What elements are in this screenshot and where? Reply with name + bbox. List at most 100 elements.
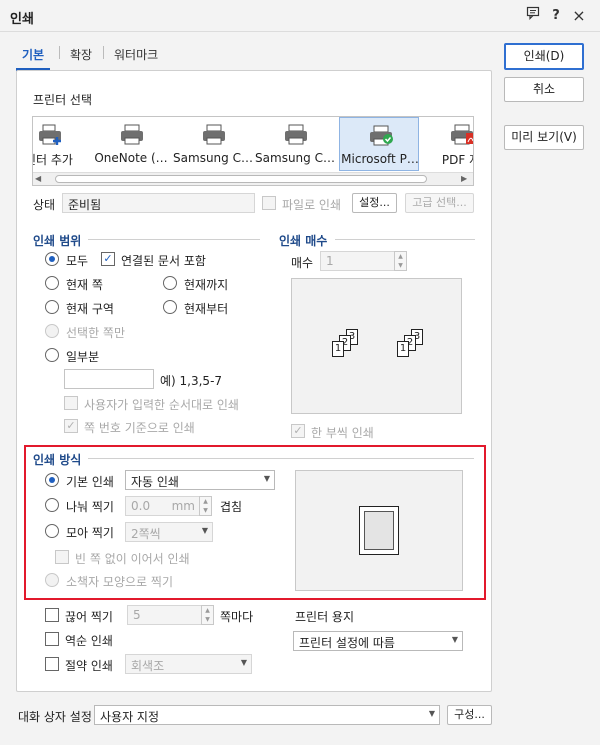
range-partial-radio[interactable]: [45, 348, 59, 362]
method-booklet-label: 소책자 모양으로 찍기: [66, 575, 173, 589]
printer-item-samsung-1[interactable]: Samsung C…: [173, 117, 253, 171]
printer-item-add[interactable]: 린터 추가: [33, 117, 89, 171]
save-print-value: 회색조: [131, 659, 165, 673]
page-number-basis-label: 쪽 번호 기준으로 인쇄: [84, 421, 195, 435]
chevron-down-icon: ▼: [451, 635, 458, 644]
printer-name: OneNote (…: [94, 151, 168, 165]
tab-watermark[interactable]: 워터마크: [114, 46, 158, 63]
paper-select[interactable]: 프린터 설정에 따름 ▼: [293, 631, 463, 651]
printer-item-microsoft-pdf[interactable]: Microsoft P…: [339, 117, 419, 171]
close-icon[interactable]: ×: [569, 6, 589, 26]
split-size-input[interactable]: 0.0 mm: [125, 496, 201, 516]
printer-item-samsung-2[interactable]: Samsung C…: [255, 117, 335, 171]
range-selected-only-label: 선택한 쪽만: [66, 326, 126, 340]
method-split-radio[interactable]: [45, 498, 59, 512]
partial-example-label: 예) 1,3,5-7: [160, 374, 223, 388]
no-blank-label: 빈 쪽 없이 이어서 인쇄: [75, 552, 190, 566]
method-gather-radio[interactable]: [45, 524, 59, 538]
range-selected-only-radio[interactable]: [45, 324, 59, 338]
printer-name: Samsung C…: [173, 151, 253, 165]
reverse-print-label: 역순 인쇄: [65, 634, 113, 648]
cancel-button[interactable]: 취소: [504, 77, 584, 102]
divider: [335, 239, 475, 240]
cut-print-spinner[interactable]: ▲ ▼: [201, 605, 214, 625]
preview-button[interactable]: 미리 보기(V): [504, 125, 584, 150]
save-print-select[interactable]: 회색조 ▼: [125, 654, 252, 674]
print-method-preview: [295, 470, 463, 591]
dialog-settings-label: 대화 상자 설정: [18, 710, 92, 724]
split-spinner[interactable]: ▲ ▼: [199, 496, 212, 516]
preview-page: [359, 506, 399, 555]
print-method-title: 인쇄 방식: [33, 453, 82, 467]
printer-icon: [203, 124, 225, 145]
scroll-left-icon[interactable]: ◀: [35, 174, 41, 183]
page-number-basis-checkbox[interactable]: ✓: [64, 419, 78, 433]
range-all-radio[interactable]: [45, 252, 59, 266]
printer-item-pdf[interactable]: PDF 저: [421, 117, 473, 171]
printer-name: Microsoft P…: [341, 152, 419, 166]
basic-print-select[interactable]: 자동 인쇄 ▼: [125, 470, 275, 490]
copies-title: 인쇄 매수: [279, 234, 328, 248]
method-gather-label: 모아 찍기: [66, 526, 114, 540]
printer-item-onenote[interactable]: OneNote (…: [91, 117, 171, 171]
method-basic-radio[interactable]: [45, 473, 59, 487]
range-all-label: 모두: [66, 254, 89, 268]
scroll-thumb[interactable]: [55, 175, 427, 183]
range-current-section-radio[interactable]: [45, 300, 59, 314]
no-blank-checkbox[interactable]: [55, 550, 69, 564]
split-unit: mm: [171, 499, 195, 513]
method-split-label: 나눠 찍기: [66, 500, 114, 514]
printer-select-title: 프린터 선택: [33, 93, 93, 107]
cut-print-input[interactable]: 5: [127, 605, 203, 625]
cut-print-label: 끊어 찍기: [65, 610, 113, 624]
collate-checkbox[interactable]: ✓: [291, 424, 305, 438]
file-print-label: 파일로 인쇄: [282, 198, 342, 212]
title-bar: 인쇄 ? ×: [0, 0, 600, 32]
user-order-checkbox[interactable]: [64, 396, 78, 410]
chevron-down-icon: ▼: [263, 474, 270, 483]
reverse-print-checkbox[interactable]: [45, 632, 59, 646]
compose-button[interactable]: 구성...: [447, 705, 492, 725]
range-until-current-radio[interactable]: [163, 276, 177, 290]
method-booklet-radio[interactable]: [45, 573, 59, 587]
copies-count-input[interactable]: 1: [320, 251, 396, 271]
tab-separator: [103, 46, 104, 59]
save-print-checkbox[interactable]: [45, 657, 59, 671]
printer-list-scrollbar[interactable]: ◀ ▶: [33, 172, 473, 185]
gather-select[interactable]: 2쪽씩 ▼: [125, 522, 213, 542]
paper-value: 프린터 설정에 따름: [299, 636, 395, 650]
gather-value: 2쪽씩: [131, 527, 161, 541]
help-icon[interactable]: ?: [546, 6, 566, 26]
tab-basic[interactable]: 기본: [22, 46, 44, 63]
include-linked-label: 연결된 문서 포함: [121, 254, 206, 268]
advanced-select-button[interactable]: 고급 선택...: [405, 193, 474, 213]
paper-label: 프린터 용지: [295, 610, 355, 624]
chat-icon[interactable]: [523, 6, 543, 26]
range-from-current-radio[interactable]: [163, 300, 177, 314]
chevron-down-icon: ▼: [240, 658, 247, 667]
partial-range-input[interactable]: [64, 369, 154, 389]
range-current-page-radio[interactable]: [45, 276, 59, 290]
tab-extended[interactable]: 확장: [70, 46, 92, 63]
range-until-current-label: 현재까지: [184, 278, 229, 292]
print-button[interactable]: 인쇄(D): [504, 43, 584, 70]
copies-spinner[interactable]: ▲ ▼: [394, 251, 407, 271]
file-print-checkbox[interactable]: [262, 196, 276, 210]
printer-add-icon: [39, 124, 61, 145]
status-value: 준비됨: [62, 193, 255, 213]
per-page-label: 쪽마다: [220, 610, 254, 624]
printer-default-icon: [370, 125, 393, 146]
printer-name: PDF 저: [441, 153, 473, 167]
copy-page: 1: [332, 341, 344, 357]
printer-icon: [285, 124, 307, 145]
copy-page: 1: [397, 341, 409, 357]
user-order-label: 사용자가 입력한 순서대로 인쇄: [84, 398, 239, 412]
split-size-value: 0.0: [131, 499, 151, 513]
dialog-settings-select[interactable]: 사용자 지정 ▼: [94, 705, 440, 725]
include-linked-checkbox[interactable]: ✓: [101, 252, 115, 266]
collate-label: 한 부씩 인쇄: [311, 426, 374, 440]
cut-print-checkbox[interactable]: [45, 608, 59, 622]
printer-settings-button[interactable]: 설정...: [352, 193, 397, 213]
range-current-page-label: 현재 쪽: [66, 278, 103, 292]
scroll-right-icon[interactable]: ▶: [461, 174, 467, 183]
